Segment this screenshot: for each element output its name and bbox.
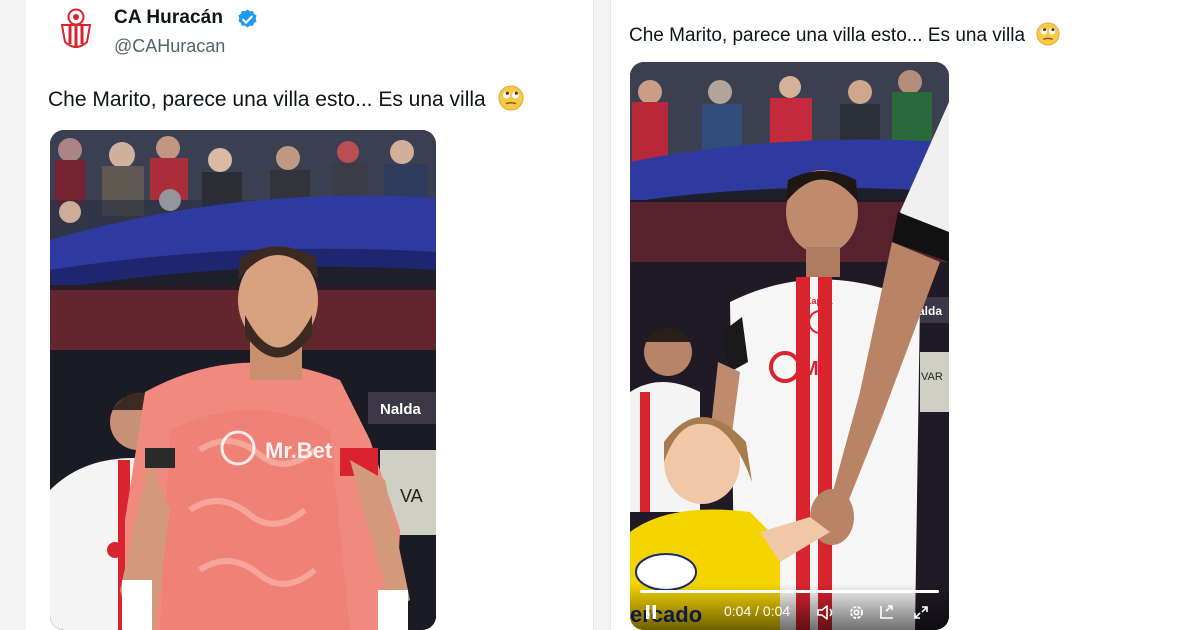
video-frame-goalkeeper: Nalda VA Mr.Bet bbox=[50, 130, 436, 630]
gear-icon bbox=[850, 606, 863, 619]
face-with-rolling-eyes-icon bbox=[1036, 22, 1060, 46]
tweet-text-right-content: Che Marito, parece una villa esto... Es … bbox=[629, 25, 1026, 46]
picture-in-picture-icon bbox=[880, 605, 893, 619]
expand-icon bbox=[914, 606, 928, 619]
club-crest-avatar[interactable] bbox=[56, 8, 96, 52]
verified-badge-icon[interactable] bbox=[236, 8, 259, 31]
video-progress-fill bbox=[640, 590, 939, 593]
volume-button[interactable] bbox=[816, 604, 836, 621]
sponsor-text: Mr.Bet bbox=[265, 438, 333, 463]
tweet-text-content: Che Marito, parece una villa esto... Es … bbox=[48, 88, 486, 111]
var-sign-text: VAR bbox=[921, 371, 943, 383]
video-time-display: 0:04 / 0:04 bbox=[724, 603, 791, 619]
face-with-rolling-eyes-icon bbox=[498, 85, 524, 111]
picture-in-picture-button[interactable] bbox=[878, 604, 896, 621]
author-handle[interactable]: @CAHuracan bbox=[114, 36, 225, 57]
video-progress-bar[interactable] bbox=[640, 590, 939, 593]
fullscreen-button[interactable] bbox=[912, 604, 930, 621]
speaker-icon bbox=[817, 605, 833, 620]
tweet-video-right[interactable]: alda VAR Kappa Mr. 0:04 / 0:04 bbox=[630, 62, 949, 630]
board-text: Nalda bbox=[380, 401, 422, 418]
pause-icon bbox=[646, 605, 656, 619]
tweet-card-left: CA Huracán @CAHuracan Che Marito, parece… bbox=[26, 0, 594, 630]
tweet-text: Che Marito, parece una villa esto... Es … bbox=[48, 85, 524, 112]
video-controls: 0:04 / 0:04 bbox=[630, 584, 949, 630]
tweet-video-left[interactable]: Nalda VA Mr.Bet bbox=[50, 130, 436, 630]
pause-button[interactable] bbox=[644, 604, 658, 620]
kit-brand-text: Kappa bbox=[805, 296, 834, 306]
video-frame-player-with-child: alda VAR Kappa Mr. bbox=[630, 62, 949, 630]
tweet-text-right: Che Marito, parece una villa esto... Es … bbox=[629, 22, 1060, 47]
settings-button[interactable] bbox=[848, 604, 865, 621]
author-name[interactable]: CA Huracán bbox=[114, 7, 223, 29]
sponsor-text: Mr. bbox=[802, 358, 831, 380]
var-sign-text: VA bbox=[400, 486, 423, 506]
tweet-card-right: Che Marito, parece una villa esto... Es … bbox=[610, 0, 1200, 630]
